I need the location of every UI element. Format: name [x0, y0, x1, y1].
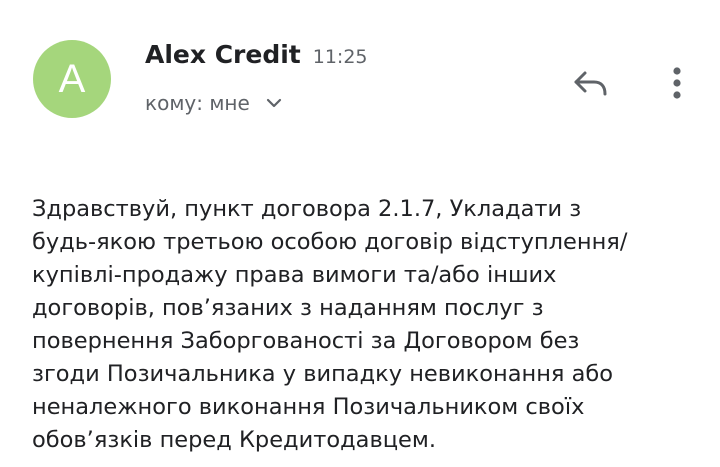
more-options-button[interactable] [655, 58, 699, 108]
sender-name[interactable]: Alex Credit [145, 40, 301, 69]
message-line: купівлі-продажу права вимоги та/або інши… [32, 262, 557, 288]
message-line: повернення Заборгованості за Договором б… [32, 328, 580, 354]
message-line: договорів, пов’язаних з наданням послуг … [32, 295, 544, 321]
reply-button[interactable] [566, 58, 616, 108]
message-time: 11:25 [312, 46, 368, 68]
recipient-details-toggle[interactable]: кому: мне [145, 91, 284, 115]
message-line: згоди Позичальника у випадку невиконання… [32, 361, 614, 387]
chevron-down-icon [264, 96, 284, 110]
sender-row: Alex Credit 11:25 [145, 40, 368, 69]
message-line: Здравствуй, пункт договора 2.1.7, Уклада… [32, 196, 582, 222]
message-line: обов’язків перед Кредитодавцем. [32, 427, 437, 453]
avatar[interactable]: A [33, 40, 111, 118]
reply-icon [572, 69, 610, 97]
recipient-label: кому: мне [145, 91, 250, 115]
message-body: Здравствуй, пункт договора 2.1.7, Уклада… [32, 193, 712, 457]
more-vert-icon [672, 66, 682, 100]
message-line: будь-якою третьою особою договір відступ… [32, 229, 628, 255]
message-line: неналежного виконання Позичальником свої… [32, 394, 585, 420]
avatar-letter: A [58, 57, 86, 101]
